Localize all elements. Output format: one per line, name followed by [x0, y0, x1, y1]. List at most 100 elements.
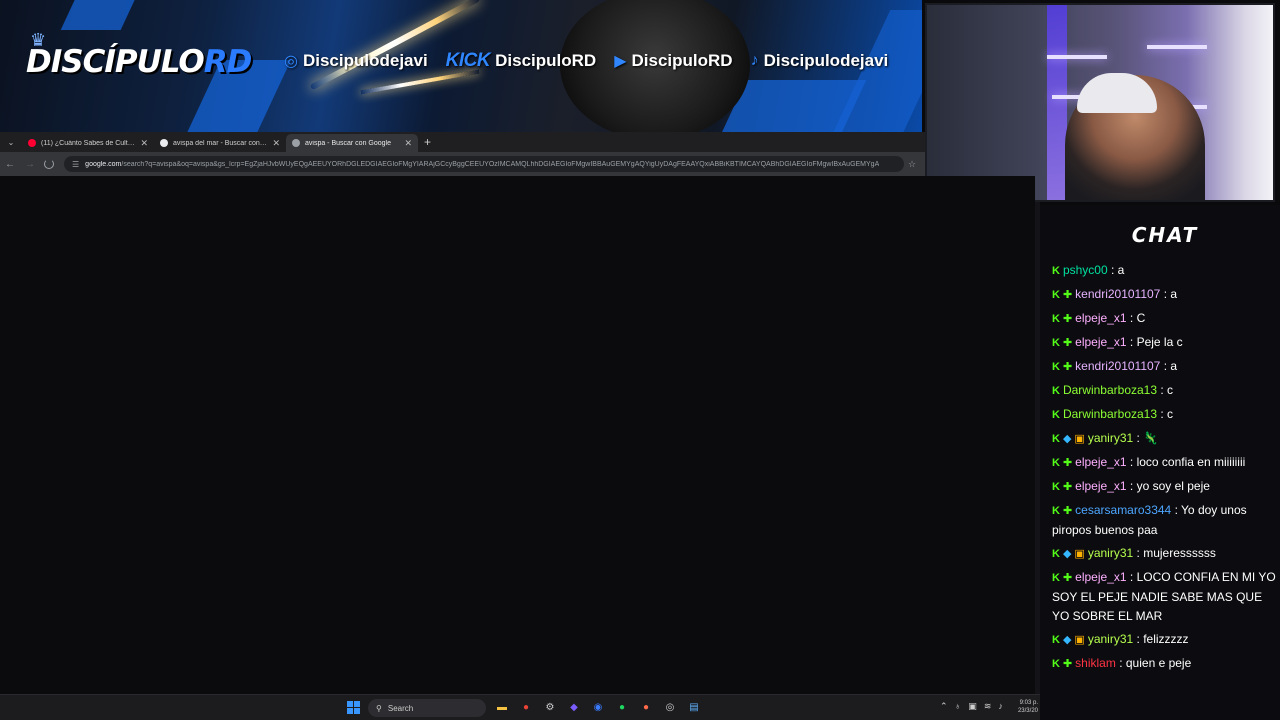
google-favicon-icon [160, 139, 168, 147]
kick-badge-icon: K [1052, 457, 1060, 469]
discord-icon[interactable]: ◆ [566, 699, 582, 715]
volume-icon[interactable]: ♪ [998, 701, 1003, 712]
chat-message: Kpshyc00 : a [1052, 261, 1280, 281]
chat-username[interactable]: shiklam [1075, 656, 1116, 670]
brand-accent-text: RD [203, 44, 253, 80]
kick-badge-icon: K [1052, 265, 1060, 277]
chat-username[interactable]: Darwinbarboza13 [1063, 407, 1157, 421]
taskbar-search[interactable]: ⚲ Search [368, 699, 486, 717]
stream-banner: ♛ DISCÍPULORD ◎ Discipulodejavi KICK Dis… [0, 0, 922, 132]
tab-title: avispa del mar - Buscar con Go [173, 139, 268, 147]
chat-username[interactable]: pshyc00 [1063, 263, 1108, 277]
star-badge-icon: ▣ [1074, 634, 1085, 646]
kick-badge-icon: K [1052, 658, 1060, 670]
bookmark-star-icon[interactable]: ☆ [908, 159, 916, 170]
close-icon[interactable]: ✕ [140, 138, 148, 149]
app-blue-icon[interactable]: ◉ [590, 699, 606, 715]
chrome-icon[interactable]: ● [518, 699, 534, 715]
tab-search-icon[interactable]: ⌄ [0, 138, 22, 147]
sub-badge-icon: ✚ [1062, 337, 1073, 349]
search-label: Search [387, 703, 414, 713]
system-clock[interactable]: 9:03 p. 23/3/20 [1004, 699, 1038, 715]
chat-separator: : [1126, 479, 1137, 493]
browser-toolbar: ← → ☰ google.com/search?q=avispa&oq=avis… [0, 152, 925, 176]
obs-icon[interactable]: ◎ [662, 699, 678, 715]
chat-text: Peje la c [1136, 335, 1183, 349]
chat-username[interactable]: yaniry31 [1088, 431, 1133, 445]
chat-message: K ✚ kendri20101107 : a [1052, 357, 1280, 377]
kick-badge-icon: K [1052, 361, 1060, 373]
chat-separator: : [1133, 546, 1144, 560]
forward-icon[interactable]: → [20, 159, 40, 170]
notepad-icon[interactable]: ▤ [686, 699, 702, 715]
tab-title: (11) ¿Cuánto Sabes de Cultura [41, 139, 136, 147]
chat-message: K ◆ ▣ yaniry31 : 🦎 [1052, 429, 1280, 449]
chat-separator: : [1115, 656, 1126, 670]
youtube-favicon-icon [28, 139, 36, 147]
kick-badge-icon: K [1052, 385, 1060, 397]
close-icon[interactable]: ✕ [404, 138, 412, 149]
chat-separator: : [1157, 407, 1168, 421]
kick-badge-icon: K [1052, 313, 1060, 325]
chat-username[interactable]: cesarsamaro3344 [1075, 503, 1171, 517]
chat-text: a [1170, 287, 1178, 301]
chat-text: a [1117, 263, 1125, 277]
sub-badge-icon: ✚ [1062, 505, 1073, 517]
chat-separator: : [1126, 570, 1137, 584]
kick-badge-icon: K [1052, 481, 1060, 493]
chat-separator: : [1107, 263, 1118, 277]
spotify-icon[interactable]: ● [614, 699, 630, 715]
tab-avispa[interactable]: avispa - Buscar con Google ✕ [286, 134, 418, 152]
site-info-icon[interactable]: ☰ [72, 160, 79, 169]
chat-message: K ✚ kendri20101107 : a [1052, 285, 1280, 305]
settings-icon[interactable]: ⚙ [542, 699, 558, 715]
chat-separator: : [1126, 455, 1137, 469]
chat-username[interactable]: elpeje_x1 [1075, 570, 1126, 584]
chat-username[interactable]: Darwinbarboza13 [1063, 383, 1157, 397]
chat-text: a [1170, 359, 1178, 373]
file-explorer-icon[interactable]: ▬ [494, 699, 510, 715]
chat-message: K Darwinbarboza13 : c [1052, 405, 1280, 425]
tab-strip: ⌄ (11) ¿Cuánto Sabes de Cultura ✕ avispa… [0, 132, 925, 152]
chat-username[interactable]: kendri20101107 [1075, 287, 1160, 301]
tab-avispa-del-mar[interactable]: avispa del mar - Buscar con Go ✕ [154, 134, 286, 152]
chevron-up-icon[interactable]: ⌃ [940, 701, 948, 712]
page-content-blank [0, 176, 1035, 694]
new-tab-icon[interactable]: + [424, 135, 431, 149]
microphone-icon[interactable]: ♁ [955, 701, 962, 712]
chat-username[interactable]: elpeje_x1 [1075, 335, 1126, 349]
chat-message: K ✚ cesarsamaro3344 : Yo doy unos piropos … [1052, 501, 1280, 540]
close-icon[interactable]: ✕ [272, 138, 280, 149]
kick-badge-icon: K [1052, 337, 1060, 349]
chat-text: quien e peje [1125, 656, 1192, 670]
wifi-icon[interactable]: ≋ [984, 701, 992, 712]
chat-message: K ✚ elpeje_x1 : yo soy el peje [1052, 477, 1280, 497]
clock-date: 23/3/20 [1017, 708, 1038, 714]
loading-spinner-icon[interactable] [44, 159, 54, 169]
back-icon[interactable]: ← [0, 159, 20, 170]
chat-message: K ✚ shiklam : quien e peje [1052, 654, 1280, 674]
chat-text: loco confia en miiiiiiii [1136, 455, 1246, 469]
tab-youtube[interactable]: (11) ¿Cuánto Sabes de Cultura ✕ [22, 134, 154, 152]
webcam-feed [925, 3, 1275, 202]
chrome-alt-icon[interactable]: ● [638, 699, 654, 715]
chat-username[interactable]: elpeje_x1 [1075, 455, 1126, 469]
url-text[interactable]: google.com/search?q=avispa&oq=avispa&gs_… [85, 161, 879, 168]
chat-message: K ✚ elpeje_x1 : loco confia en miiiiiiii [1052, 453, 1280, 473]
network-icon[interactable]: ▣ [968, 701, 977, 712]
windows-start-icon[interactable] [347, 701, 361, 715]
chat-separator: : [1133, 431, 1144, 445]
chat-username[interactable]: yaniry31 [1088, 632, 1133, 646]
kick-badge-icon: K [1052, 409, 1060, 421]
chat-message: K ✚ elpeje_x1 : C [1052, 309, 1280, 329]
chat-username[interactable]: elpeje_x1 [1075, 479, 1126, 493]
tiktok-icon: ♪ [750, 52, 759, 69]
kick-badge-icon: K [1052, 289, 1060, 301]
chat-username[interactable]: yaniry31 [1088, 546, 1133, 560]
address-bar[interactable]: ☰ google.com/search?q=avispa&oq=avispa&g… [64, 156, 904, 172]
chat-message: K ◆ ▣ yaniry31 : mujeressssss [1052, 544, 1280, 564]
chat-username[interactable]: elpeje_x1 [1075, 311, 1126, 325]
chat-username[interactable]: kendri20101107 [1075, 359, 1160, 373]
social-tiktok: ♪ Discipulodejavi [751, 51, 889, 71]
sub-badge-icon: ✚ [1062, 289, 1073, 301]
